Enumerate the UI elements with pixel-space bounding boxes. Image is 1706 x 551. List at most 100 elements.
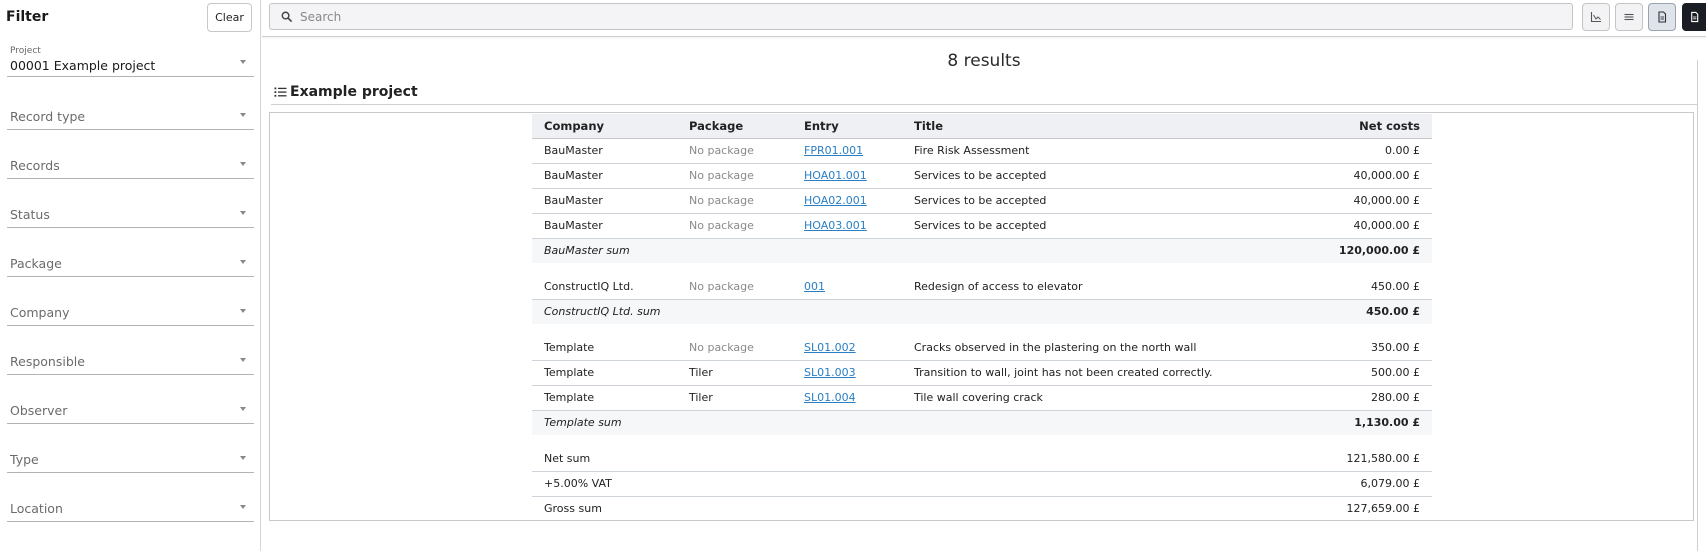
title-cell: Cracks observed in the plastering on the… — [902, 335, 1292, 361]
package-cell: Tiler — [677, 385, 792, 411]
net-costs-cell: 40,000.00 £ — [1292, 163, 1432, 189]
project-select[interactable]: Project 00001 Example project — [7, 44, 254, 77]
package-cell: No package — [677, 163, 792, 189]
company-cell: Template — [532, 385, 677, 411]
title-cell: Transition to wall, joint has not been c… — [902, 360, 1292, 386]
responsible-label: Responsible — [10, 354, 85, 369]
observer-select[interactable]: Observer — [7, 394, 254, 424]
chevron-down-icon — [240, 162, 246, 166]
search-icon — [281, 11, 292, 22]
entry-link[interactable]: HOA01.001 — [804, 169, 867, 182]
filter-sidebar: Filter Clear Project 00001 Example proje… — [0, 0, 261, 551]
chevron-down-icon — [240, 60, 246, 64]
gross-sum-value: 127,659.00 £ — [1346, 502, 1420, 516]
search-input[interactable] — [300, 9, 1500, 24]
net-sum-value: 121,580.00 £ — [1292, 446, 1432, 472]
entry-cell: SL01.003 — [792, 360, 902, 386]
table-row: BauMaster No package HOA03.001 Services … — [532, 213, 1432, 239]
top-toolbar — [262, 0, 1706, 37]
location-label: Location — [10, 501, 63, 516]
list-view-button[interactable] — [1615, 3, 1643, 31]
company-label: Company — [10, 305, 70, 320]
package-select[interactable]: Package — [7, 247, 254, 277]
clear-filters-button[interactable]: Clear — [207, 3, 252, 32]
report-view-button[interactable] — [1648, 3, 1676, 31]
responsible-select[interactable]: Responsible — [7, 345, 254, 375]
chevron-down-icon — [240, 113, 246, 117]
type-select[interactable]: Type — [7, 443, 254, 473]
entry-link[interactable]: SL01.003 — [804, 366, 856, 379]
table-row: BauMaster No package FPR01.001 Fire Risk… — [532, 138, 1432, 164]
chevron-down-icon — [240, 358, 246, 362]
net-sum-row: Net sum 121,580.00 £ — [532, 446, 1432, 472]
group-sum-value: 120,000.00 £ — [1292, 238, 1432, 263]
chevron-down-icon — [240, 407, 246, 411]
report-icon — [1658, 11, 1667, 23]
vat-value: 6,079.00 £ — [1292, 471, 1432, 497]
company-cell: BauMaster — [532, 163, 677, 189]
filter-title: Filter — [6, 9, 49, 25]
chart-view-button[interactable] — [1582, 3, 1610, 31]
entry-link[interactable]: FPR01.001 — [804, 144, 863, 157]
net-costs-cell: 350.00 £ — [1292, 335, 1432, 361]
pdf-export-button[interactable] — [1682, 3, 1706, 31]
entry-link[interactable]: SL01.002 — [804, 341, 856, 354]
search-box[interactable] — [269, 3, 1573, 30]
table-row: Template Tiler SL01.003 Transition to wa… — [532, 360, 1432, 386]
net-sum-label: Net sum — [532, 446, 1292, 472]
group-spacer — [532, 263, 1432, 274]
entry-link[interactable]: SL01.004 — [804, 391, 856, 404]
company-cell: BauMaster — [532, 213, 677, 239]
entry-cell: FPR01.001 — [792, 138, 902, 164]
company-cell: ConstructIQ Ltd. — [532, 274, 677, 300]
group-sum-label: Template sum — [532, 410, 1292, 435]
company-cell: Template — [532, 335, 677, 361]
company-select[interactable]: Company — [7, 296, 254, 326]
list-icon — [1624, 13, 1634, 21]
entry-cell: HOA03.001 — [792, 213, 902, 239]
company-cell: Template — [532, 360, 677, 386]
vat-row: +5.00% VAT 6,079.00 £ — [532, 471, 1432, 497]
table-row: BauMaster No package HOA02.001 Services … — [532, 188, 1432, 214]
table-header-row: Company Package Entry Title Net costs — [532, 114, 1432, 139]
entry-link[interactable]: HOA03.001 — [804, 219, 867, 232]
group-sum-row: ConstructIQ Ltd. sum 450.00 £ — [532, 299, 1432, 324]
column-header-package[interactable]: Package — [677, 114, 792, 139]
entry-link[interactable]: 001 — [804, 280, 825, 293]
net-costs-cell: 40,000.00 £ — [1292, 213, 1432, 239]
group-sum-row: Template sum 1,130.00 £ — [532, 410, 1432, 435]
chevron-down-icon — [240, 260, 246, 264]
observer-label: Observer — [10, 403, 68, 418]
group-sum-label: BauMaster sum — [532, 238, 1292, 263]
column-header-title[interactable]: Title — [902, 114, 1292, 139]
status-label: Status — [10, 207, 50, 222]
vat-label: +5.00% VAT — [532, 471, 1292, 497]
project-field-value: 00001 Example project — [10, 58, 156, 73]
group-spacer — [532, 435, 1432, 446]
company-cell: BauMaster — [532, 138, 677, 164]
record-type-select[interactable]: Record type — [7, 100, 254, 130]
entry-link[interactable]: HOA02.001 — [804, 194, 867, 207]
chevron-down-icon — [240, 309, 246, 313]
group-sum-value: 1,130.00 £ — [1292, 410, 1432, 435]
company-cell: BauMaster — [532, 188, 677, 214]
status-select[interactable]: Status — [7, 198, 254, 228]
chevron-down-icon — [240, 505, 246, 509]
column-header-company[interactable]: Company — [532, 114, 677, 139]
project-section-header[interactable]: Example project — [274, 84, 418, 100]
package-cell: No package — [677, 335, 792, 361]
title-cell: Services to be accepted — [902, 188, 1292, 214]
entry-cell: SL01.002 — [792, 335, 902, 361]
records-select[interactable]: Records — [7, 149, 254, 179]
location-select[interactable]: Location — [7, 492, 254, 522]
column-header-net-costs[interactable]: Net costs — [1292, 114, 1432, 139]
gross-sum-label: Gross sum — [544, 502, 602, 516]
title-cell: Services to be accepted — [902, 163, 1292, 189]
records-label: Records — [10, 158, 60, 173]
group-sum-value: 450.00 £ — [1292, 299, 1432, 324]
section-divider — [271, 104, 1697, 105]
title-cell: Fire Risk Assessment — [902, 138, 1292, 164]
column-header-entry[interactable]: Entry — [792, 114, 902, 139]
net-costs-cell: 280.00 £ — [1292, 385, 1432, 411]
gross-sum-row: Gross sum 127,659.00 £ — [532, 496, 1432, 521]
